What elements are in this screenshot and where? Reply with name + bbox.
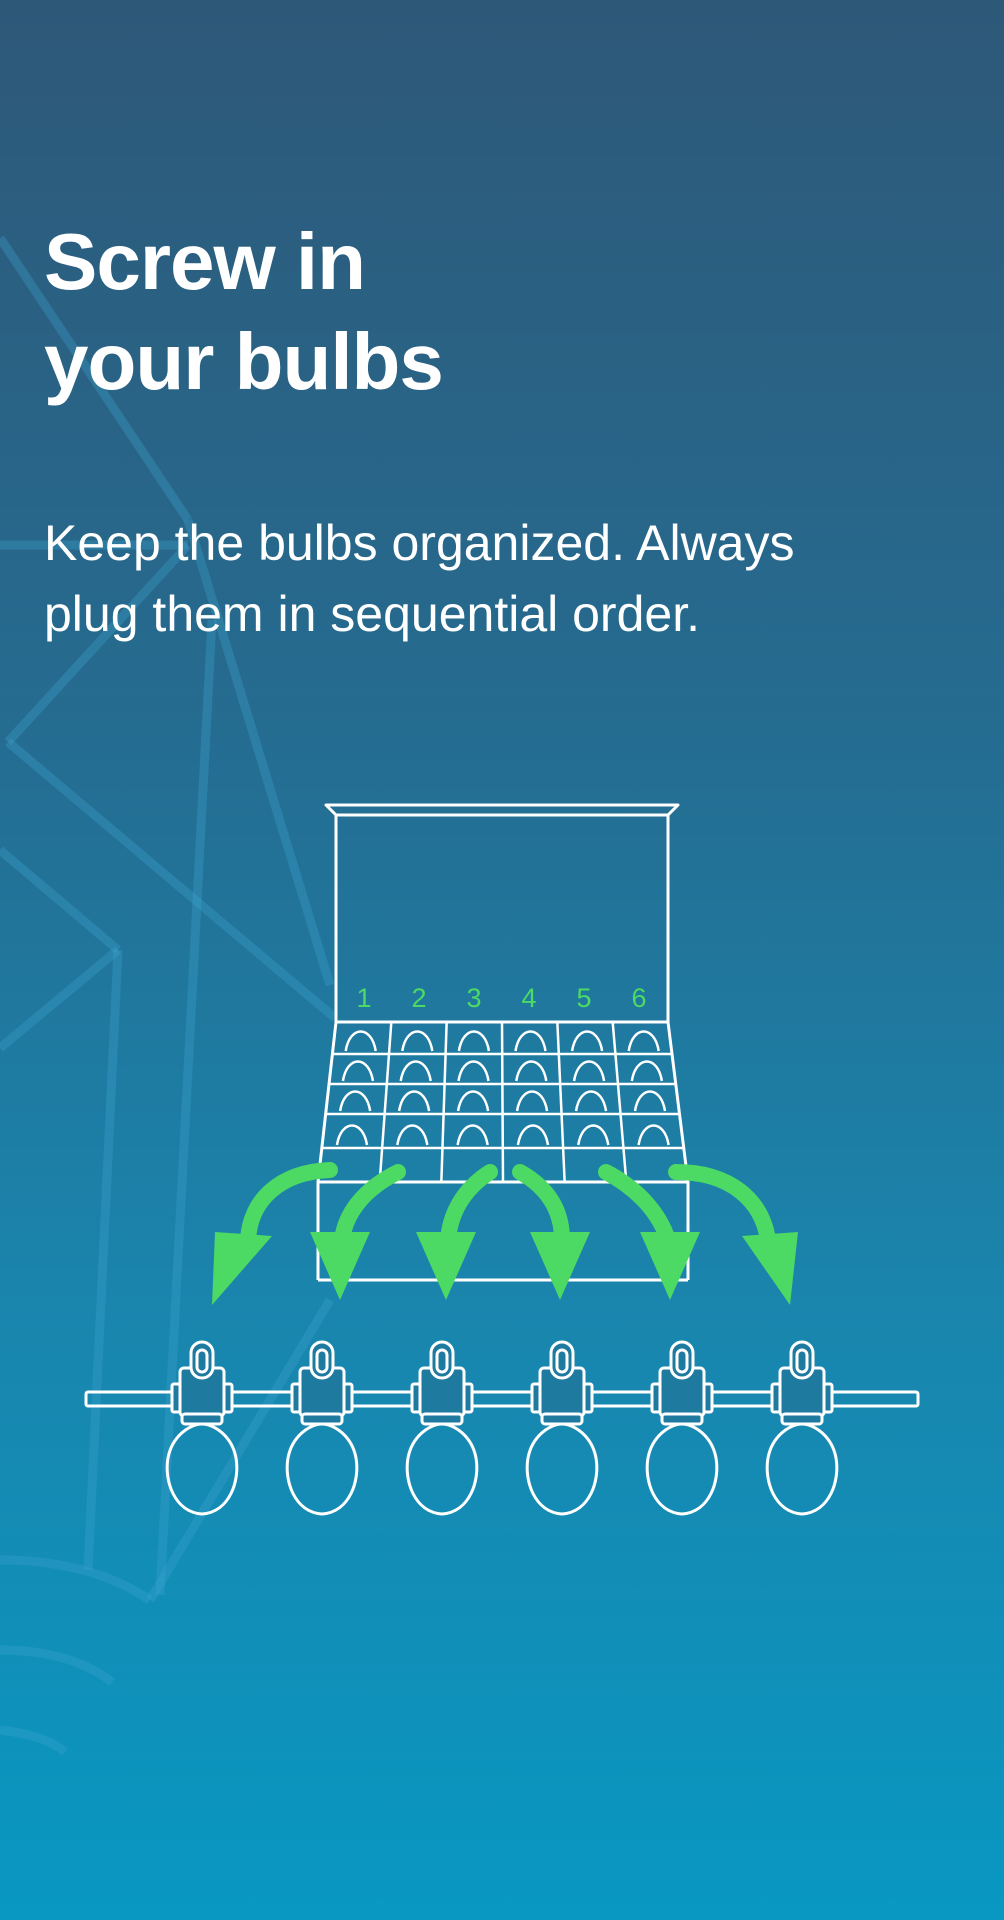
tray-bulb-icon — [577, 1124, 610, 1146]
string-bulb-5 — [645, 1340, 719, 1516]
tray-bulb-icon — [396, 1124, 429, 1146]
string-bulb-2 — [285, 1340, 359, 1516]
tray-number-4: 4 — [521, 983, 536, 1013]
tray-bulb-icon — [335, 1124, 369, 1146]
tray-bulb-icon — [338, 1090, 372, 1112]
tray-bulb-icon — [397, 1090, 431, 1112]
string-bulb-4 — [525, 1340, 599, 1516]
tray-bulb-icon — [570, 1030, 604, 1052]
tray-bulb-icon — [457, 1060, 490, 1082]
tray-bulb-icon — [399, 1060, 432, 1082]
tray-bulb-icon — [514, 1030, 547, 1052]
tray-bulb-icon — [456, 1124, 489, 1146]
string-bulb-3 — [405, 1340, 479, 1516]
tray-bulb-icon — [401, 1030, 434, 1052]
tray-bulb-icon — [627, 1030, 660, 1052]
tray-number-6: 6 — [631, 983, 646, 1013]
tray-number-2: 2 — [411, 983, 426, 1013]
tray-bulb-icon — [456, 1090, 490, 1112]
tray-bulb-icon — [344, 1030, 377, 1052]
tray-number-5: 5 — [576, 983, 591, 1013]
arrows — [212, 1162, 798, 1305]
bulbs — [165, 1340, 839, 1516]
tray-numbers: 1 2 3 4 5 6 — [356, 983, 646, 1013]
tray-bulb-icon — [572, 1060, 606, 1082]
string-bulb-1 — [165, 1340, 239, 1516]
string-bulb-6 — [765, 1340, 839, 1516]
tray-number-1: 1 — [356, 983, 371, 1013]
tray-bulb-icon — [637, 1124, 670, 1146]
tray-bulb-icon — [515, 1090, 549, 1112]
tray-bulb-icon — [574, 1090, 608, 1112]
tray-bulb-icon — [516, 1124, 550, 1146]
tray-bulb-icon — [633, 1090, 667, 1112]
tray-grid — [321, 1021, 684, 1183]
tray-bulb-icon — [341, 1060, 375, 1082]
tray-bulb-icon — [515, 1060, 548, 1082]
tray-number-3: 3 — [466, 983, 481, 1013]
arrow-1 — [212, 1162, 338, 1305]
tray-bulb-icon — [457, 1030, 491, 1052]
bulb-organizer-illustration: 1 2 3 4 5 6 — [84, 803, 920, 1516]
tray-bulb-icon — [630, 1060, 664, 1082]
